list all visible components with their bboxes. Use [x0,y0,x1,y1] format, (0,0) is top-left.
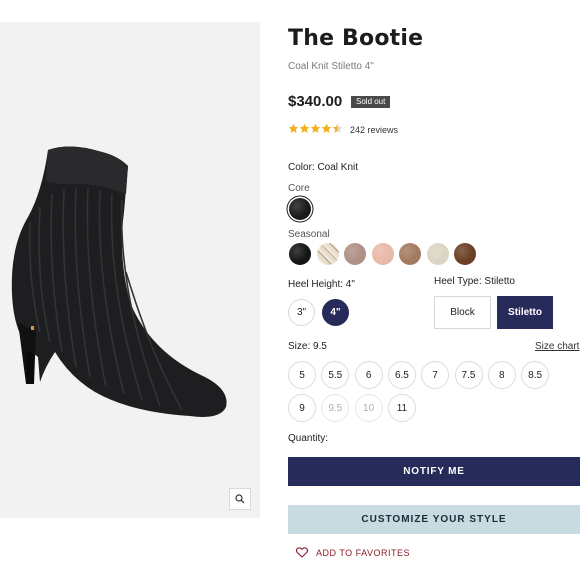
star-icon [299,123,310,133]
size-option-8-5[interactable]: 8.5 [521,361,550,389]
star-icon [288,123,299,133]
size-option-9[interactable]: 9 [288,394,316,422]
swatch-blush[interactable] [371,243,394,265]
magnifier-icon [235,494,245,504]
quantity-label: Quantity: [288,433,329,444]
size-chart-link[interactable]: Size chart [535,341,579,352]
swatch-mauve[interactable] [344,243,366,265]
heel-type-stiletto-option[interactable]: Stiletto [497,296,553,329]
size-option-9-5[interactable]: 9.5 [321,394,350,422]
star-icon [321,123,332,133]
size-option-6-5[interactable]: 6.5 [387,361,416,389]
product-title: The Bootie [288,26,424,51]
size-option-7-5[interactable]: 7.5 [454,361,483,389]
notify-me-button[interactable]: NOTIFY ME [288,457,580,486]
size-option-8[interactable]: 8 [487,361,516,389]
heel-height-3-option[interactable]: 3" [288,299,315,326]
size-option-7[interactable]: 7 [421,361,450,389]
size-option-5-5[interactable]: 5.5 [321,361,350,389]
zoom-button[interactable] [229,488,251,510]
star-icon [332,123,343,133]
heel-height-4-option[interactable]: 4" [322,299,349,326]
core-label: Core [288,183,310,194]
swatch-snake-print[interactable] [316,243,339,265]
star-icon [310,123,321,133]
customize-style-button[interactable]: CUSTOMIZE YOUR STYLE [288,505,580,534]
swatch-coal-knit[interactable] [289,198,311,220]
size-option-11[interactable]: 11 [387,394,416,422]
product-image[interactable] [0,22,260,518]
size-option-10[interactable]: 10 [354,394,383,422]
swatch-cream[interactable] [426,243,449,265]
add-to-favorites-button[interactable]: ADD TO FAVORITES [296,547,410,558]
size-label: Size: 9.5 [288,341,327,352]
swatch-black[interactable] [289,243,311,265]
seasonal-label: Seasonal [288,229,330,240]
add-to-favorites-label: ADD TO FAVORITES [316,547,411,558]
heel-type-label: Heel Type: Stiletto [434,276,515,287]
swatch-tan[interactable] [399,243,421,265]
boot-illustration [11,146,227,417]
swatch-brown[interactable] [454,243,476,265]
product-subtitle: Coal Knit Stiletto 4" [288,61,374,72]
size-option-6[interactable]: 6 [354,361,383,389]
reviews-link[interactable]: 242 reviews [350,125,398,135]
heart-icon [296,547,308,558]
heel-type-block-option[interactable]: Block [434,296,491,329]
product-price: $340.00 [288,93,343,110]
heel-height-label: Heel Height: 4" [288,279,355,290]
star-rating[interactable] [288,123,343,134]
size-option-5[interactable]: 5 [288,361,316,389]
color-label: Color: Coal Knit [288,162,359,173]
sold-out-badge: Sold out [351,96,391,108]
